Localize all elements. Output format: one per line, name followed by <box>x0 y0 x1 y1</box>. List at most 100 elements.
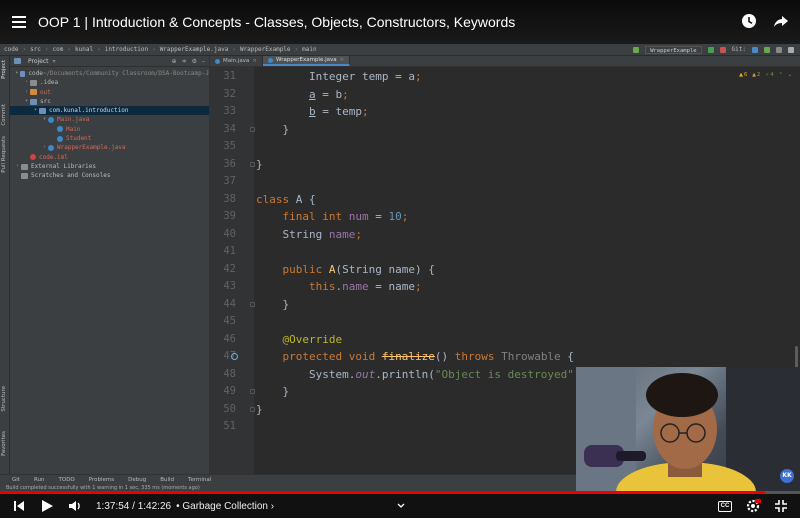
tree-twisty-icon[interactable]: ▾ <box>41 115 48 124</box>
tool-window-terminal[interactable]: Terminal <box>188 477 211 483</box>
code-line[interactable]: final int num = 10; <box>256 208 409 226</box>
tree-item[interactable]: Main <box>10 125 209 134</box>
code-line[interactable]: } <box>256 121 289 139</box>
side-tab-favorites[interactable]: Favorites <box>1 431 7 456</box>
stop-icon[interactable] <box>719 46 726 53</box>
chevron-down-icon[interactable]: ▾ <box>53 58 56 65</box>
tool-window-run[interactable]: Run <box>34 477 45 483</box>
run-config-select[interactable]: WrapperExample <box>645 45 702 54</box>
tree-item[interactable]: ▾ Main.java <box>10 115 209 124</box>
settings-icon[interactable] <box>744 497 762 515</box>
watch-later-icon[interactable] <box>740 12 758 30</box>
line-number: 46 <box>223 332 236 345</box>
close-icon[interactable]: × <box>252 58 257 64</box>
settings-icon[interactable] <box>788 46 794 53</box>
tool-window-build[interactable]: Build <box>160 477 174 483</box>
editor-tab[interactable]: Main.java × <box>210 56 264 66</box>
fold-marker-icon[interactable] <box>250 301 255 307</box>
breadcrumb-item[interactable]: WrapperExample.java <box>160 46 229 53</box>
volume-icon[interactable] <box>66 497 84 515</box>
tree-item-label: Scratches and Consoles <box>31 172 111 180</box>
breadcrumb-item[interactable]: introduction <box>105 46 148 53</box>
hide-icon[interactable]: – <box>202 58 205 65</box>
tree-twisty-icon[interactable]: ▾ <box>14 69 20 78</box>
tree-item[interactable]: › External Libraries <box>10 162 209 171</box>
code-line[interactable]: protected void finalize() throws Throwab… <box>256 348 574 366</box>
build-icon[interactable] <box>633 46 640 53</box>
code-line[interactable]: public A(String name) { <box>256 261 435 279</box>
side-tab-structure[interactable]: Structure <box>1 386 7 412</box>
code-line[interactable]: } <box>256 156 263 174</box>
play-icon[interactable] <box>38 497 56 515</box>
side-tab-pull-requests[interactable]: Pull Requests <box>1 136 7 173</box>
tree-twisty-icon[interactable]: › <box>41 143 48 152</box>
line-number: 35 <box>223 140 236 152</box>
fold-marker-icon[interactable] <box>250 389 255 394</box>
tool-window-git[interactable]: Git <box>12 477 20 483</box>
gear-icon[interactable]: ⚙ <box>192 58 197 65</box>
tree-item[interactable]: ▾ com.kunal.introduction <box>10 106 209 116</box>
project-panel-title[interactable]: Project <box>28 58 49 65</box>
menu-icon[interactable] <box>12 16 26 28</box>
breadcrumb-item[interactable]: WrapperExample <box>240 46 291 53</box>
previous-icon[interactable] <box>10 497 28 515</box>
chapter-title[interactable]: • Garbage Collection › <box>176 501 274 512</box>
code-line[interactable]: } <box>256 401 263 419</box>
file-icon <box>48 145 54 152</box>
fold-marker-icon[interactable] <box>250 406 255 412</box>
code-line[interactable]: String name; <box>256 226 362 244</box>
fullscreen-exit-icon[interactable] <box>772 497 790 515</box>
file-icon <box>21 172 28 179</box>
git-update-icon[interactable] <box>752 46 758 53</box>
tree-item[interactable]: Student <box>10 134 209 143</box>
code-line[interactable]: b = temp; <box>256 103 369 121</box>
tree-twisty-icon[interactable]: ▾ <box>23 97 30 106</box>
close-icon[interactable]: × <box>340 57 345 63</box>
editor-tab[interactable]: WrapperExample.java × <box>263 56 351 66</box>
search-icon[interactable] <box>776 46 782 53</box>
tree-item[interactable]: › .idea <box>10 78 209 87</box>
override-method-icon[interactable] <box>231 353 238 360</box>
git-commit-icon[interactable] <box>764 46 770 53</box>
chevron-down-icon[interactable] <box>392 497 410 515</box>
channel-badge[interactable]: KK <box>780 469 794 483</box>
breadcrumb-item[interactable]: main <box>302 46 316 53</box>
breadcrumb-item[interactable]: src <box>30 46 41 53</box>
breadcrumb-item[interactable]: com <box>53 46 64 53</box>
collapse-icon[interactable]: ≑ <box>182 58 187 65</box>
tree-twisty-icon[interactable]: › <box>23 78 30 87</box>
run-icon[interactable] <box>707 46 714 53</box>
tree-item[interactable]: › WrapperExample.java <box>10 143 209 152</box>
breadcrumb-item[interactable]: code <box>4 46 18 53</box>
tool-window-todo[interactable]: TODO <box>59 477 75 483</box>
code-line[interactable]: System.out.println("Object is destroyed"… <box>256 366 587 384</box>
captions-icon[interactable]: CC <box>716 497 734 515</box>
tree-item[interactable]: ▾ src <box>10 97 209 106</box>
tree-item[interactable]: › out <box>10 88 209 97</box>
code-line[interactable]: } <box>256 296 289 314</box>
code-line[interactable]: a = b; <box>256 86 349 104</box>
breadcrumb-separator: › <box>232 46 236 53</box>
side-tab-commit[interactable]: Commit <box>1 104 7 126</box>
tree-twisty-icon[interactable]: › <box>14 162 21 171</box>
tool-window-debug[interactable]: Debug <box>128 477 146 483</box>
tree-item[interactable]: code.iml <box>10 153 209 162</box>
side-tab-project[interactable]: Project <box>1 60 7 79</box>
tree-item[interactable]: ▾ code ~/Documents/Community Classroom/DS… <box>10 69 209 78</box>
code-line[interactable]: class A { <box>256 191 316 209</box>
tree-item[interactable]: Scratches and Consoles <box>10 171 209 180</box>
fold-marker-icon[interactable] <box>250 126 255 132</box>
locate-icon[interactable]: ⊕ <box>172 58 177 65</box>
code-line[interactable]: } <box>256 383 289 401</box>
video-title[interactable]: OOP 1 | Introduction & Concepts - Classe… <box>38 14 515 30</box>
code-line[interactable]: @Override <box>256 331 343 349</box>
code-line[interactable]: this.name = name; <box>256 278 422 296</box>
tree-twisty-icon[interactable]: › <box>23 88 30 97</box>
breadcrumb-item[interactable]: kunal <box>75 46 93 53</box>
current-time: 1:37:54 <box>96 500 130 512</box>
fold-marker-icon[interactable] <box>250 161 255 167</box>
tree-twisty-icon[interactable]: ▾ <box>32 106 39 115</box>
share-icon[interactable] <box>772 12 790 30</box>
tool-window-problems[interactable]: Problems <box>89 477 114 483</box>
code-line[interactable]: Integer temp = a; <box>256 68 422 86</box>
